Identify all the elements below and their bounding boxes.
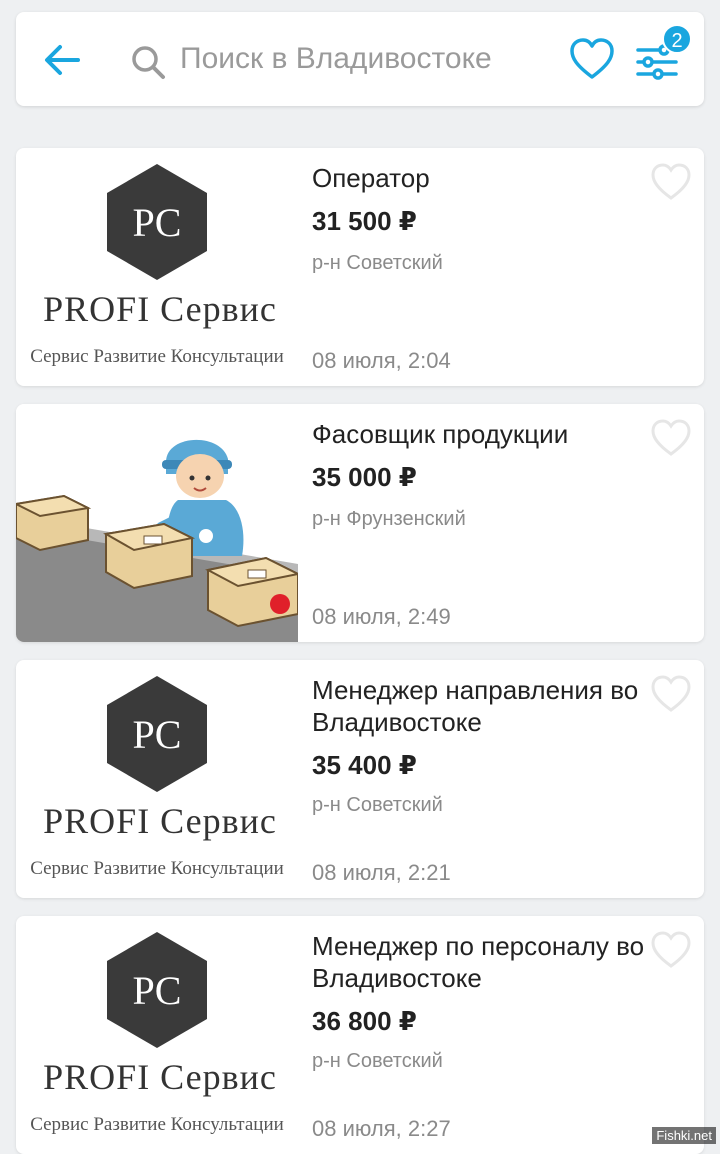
listing-district: р-н Советский bbox=[312, 252, 443, 274]
listing-card[interactable]: PC PROFI Сервис Сервис Развитие Консульт… bbox=[16, 148, 704, 386]
listing-card[interactable]: PC PROFI Сервис Сервис Развитие Консульт… bbox=[16, 916, 704, 1154]
filter-count-badge: 2 bbox=[662, 24, 692, 54]
favorites-heart-icon[interactable] bbox=[568, 36, 616, 82]
listing-card[interactable]: Фасовщик продукции 35 000 ₽ р-н Фрунзенс… bbox=[16, 404, 704, 642]
listing-price: 35 400 ₽ bbox=[312, 750, 417, 780]
logo-tagline: Сервис Развитие Консультации bbox=[30, 858, 284, 879]
logo-tagline: Сервис Развитие Консультации bbox=[30, 346, 284, 367]
favorite-heart-icon[interactable] bbox=[650, 418, 692, 458]
back-arrow-icon[interactable] bbox=[40, 38, 84, 82]
listing-card[interactable]: PC PROFI Сервис Сервис Развитие Консульт… bbox=[16, 660, 704, 898]
logo-tagline: Сервис Развитие Консультации bbox=[30, 1114, 284, 1135]
listing-price: 31 500 ₽ bbox=[312, 206, 417, 236]
listing-district: р-н Советский bbox=[312, 794, 443, 816]
company-logo-image: PC PROFI Сервис Сервис Развитие Консульт… bbox=[16, 148, 298, 386]
listing-district: р-н Фрунзенский bbox=[312, 508, 466, 530]
hexagon-logo-icon: PC bbox=[107, 676, 207, 792]
logo-name: PROFI Сервис bbox=[43, 1057, 277, 1097]
listing-district: р-н Советский bbox=[312, 1050, 443, 1072]
favorite-heart-icon[interactable] bbox=[650, 930, 692, 970]
listing-date: 08 июля, 2:04 bbox=[312, 348, 451, 373]
search-input[interactable]: Поиск в Владивостоке bbox=[180, 42, 492, 76]
listing-price: 35 000 ₽ bbox=[312, 462, 417, 492]
favorite-heart-icon[interactable] bbox=[650, 674, 692, 714]
logo-initials: PC bbox=[133, 968, 182, 1013]
listing-title[interactable]: Фасовщик продукции bbox=[312, 418, 652, 450]
favorite-heart-icon[interactable] bbox=[650, 162, 692, 202]
listing-date: 08 июля, 2:49 bbox=[312, 604, 451, 629]
search-icon bbox=[132, 46, 165, 79]
listing-title[interactable]: Менеджер направления во Владивостоке bbox=[312, 674, 652, 738]
listing-title[interactable]: Менеджер по персоналу во Владивостоке bbox=[312, 930, 652, 994]
logo-name: PROFI Сервис bbox=[43, 289, 277, 329]
hexagon-logo-icon: PC bbox=[107, 164, 207, 280]
listing-date: 08 июля, 2:21 bbox=[312, 860, 451, 885]
search-header: Поиск в Владивостоке 2 bbox=[16, 12, 704, 106]
listing-date: 08 июля, 2:27 bbox=[312, 1116, 451, 1141]
company-logo-image: PC PROFI Сервис Сервис Развитие Консульт… bbox=[16, 660, 298, 898]
logo-name: PROFI Сервис bbox=[43, 801, 277, 841]
watermark: Fishki.net bbox=[652, 1127, 716, 1144]
logo-initials: PC bbox=[133, 712, 182, 757]
logo-initials: PC bbox=[133, 200, 182, 245]
company-logo-image: PC PROFI Сервис Сервис Развитие Консульт… bbox=[16, 916, 298, 1154]
listing-title[interactable]: Оператор bbox=[312, 162, 652, 194]
hexagon-logo-icon: PC bbox=[107, 932, 207, 1048]
packer-illustration-image bbox=[16, 404, 298, 642]
listing-price: 36 800 ₽ bbox=[312, 1006, 417, 1036]
